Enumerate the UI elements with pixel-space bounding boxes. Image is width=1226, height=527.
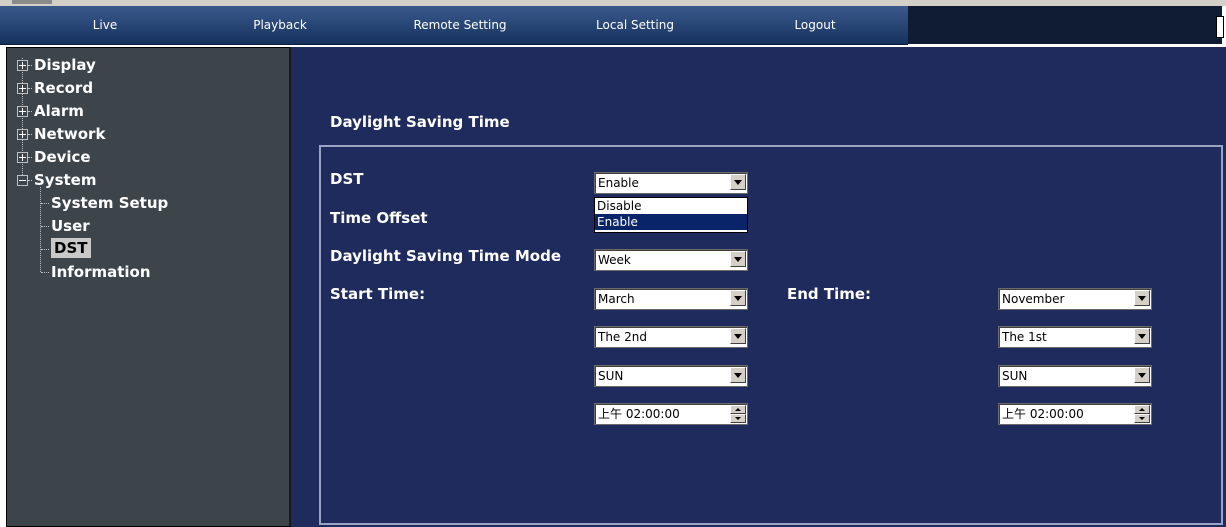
tree-connector [41, 203, 49, 204]
mode-select-value: Week [598, 253, 631, 267]
nav-local-setting[interactable]: Local Setting [580, 6, 690, 44]
end-time-value: 上午 02:00:00 [1002, 407, 1084, 421]
collapse-minus-icon[interactable] [17, 175, 28, 186]
start-day-value: SUN [598, 369, 624, 383]
tree-item-user[interactable]: User [51, 216, 90, 236]
end-day-value: SUN [1002, 369, 1028, 383]
tree-connector [28, 134, 32, 135]
tree-item-device[interactable]: Device [34, 147, 91, 167]
chevron-down-icon[interactable] [1134, 328, 1150, 344]
tree-connector [28, 180, 32, 181]
mode-label: Daylight Saving Time Mode [330, 247, 562, 265]
settings-tree: Display Record Alarm Network Device Syst… [6, 47, 292, 527]
chevron-down-icon[interactable] [730, 328, 746, 344]
nav-right-fill [908, 6, 1224, 44]
tree-item-system[interactable]: System [34, 170, 96, 190]
spin-down-icon[interactable] [1134, 414, 1150, 423]
dst-dropdown-list: Disable Enable [594, 197, 748, 233]
spin-down-icon[interactable] [730, 414, 746, 423]
start-time-label: Start Time: [330, 285, 426, 303]
tree-connector [28, 111, 32, 112]
chevron-down-icon[interactable] [1134, 367, 1150, 383]
start-month-select[interactable]: March [594, 288, 748, 310]
tree-item-alarm[interactable]: Alarm [34, 101, 84, 121]
end-month-select[interactable]: November [998, 288, 1152, 310]
top-nav-bar: Live Playback Remote Setting Local Setti… [0, 6, 908, 45]
tree-item-system-setup[interactable]: System Setup [51, 193, 168, 213]
end-day-select[interactable]: SUN [998, 365, 1152, 387]
nav-remote-setting[interactable]: Remote Setting [400, 6, 520, 44]
start-month-value: March [598, 292, 635, 306]
tree-item-record[interactable]: Record [34, 78, 93, 98]
start-time-value: 上午 02:00:00 [598, 407, 680, 421]
chevron-down-icon[interactable] [730, 367, 746, 383]
nav-logout[interactable]: Logout [775, 6, 855, 44]
tree-connector [41, 272, 49, 273]
nav-live[interactable]: Live [60, 6, 150, 44]
spin-up-icon[interactable] [1134, 405, 1150, 414]
expand-plus-icon[interactable] [17, 106, 28, 117]
expand-plus-icon[interactable] [17, 83, 28, 94]
tree-item-dst[interactable]: DST [51, 238, 91, 258]
tree-item-information[interactable]: Information [51, 262, 151, 282]
tree-item-network[interactable]: Network [34, 124, 105, 144]
tree-item-display[interactable]: Display [34, 55, 96, 75]
chevron-down-icon[interactable] [730, 290, 746, 306]
end-time-spinner[interactable]: 上午 02:00:00 [998, 403, 1152, 425]
chevron-down-icon[interactable] [730, 251, 746, 267]
end-week-select[interactable]: The 1st [998, 326, 1152, 348]
window-grip [12, 0, 52, 4]
tree-connector [28, 157, 32, 158]
start-time-spinner[interactable]: 上午 02:00:00 [594, 403, 748, 425]
expand-plus-icon[interactable] [17, 152, 28, 163]
end-time-label: End Time: [787, 285, 872, 303]
nav-playback[interactable]: Playback [235, 6, 325, 44]
tree-connector [28, 88, 32, 89]
start-week-value: The 2nd [598, 330, 647, 344]
section-title: Daylight Saving Time [330, 113, 510, 131]
time-offset-label: Time Offset [330, 209, 428, 227]
window-edge-control [1216, 16, 1224, 38]
expand-plus-icon[interactable] [17, 129, 28, 140]
tree-connector [28, 65, 32, 66]
tree-connector [41, 249, 49, 250]
end-week-value: The 1st [1002, 330, 1047, 344]
spin-up-icon[interactable] [730, 405, 746, 414]
dst-select-value: Enable [598, 176, 639, 190]
tree-connector [41, 226, 49, 227]
end-month-value: November [1002, 292, 1065, 306]
dst-label: DST [330, 170, 364, 188]
dst-option-disable[interactable]: Disable [595, 198, 747, 214]
dst-option-enable[interactable]: Enable [595, 214, 747, 230]
dst-select[interactable]: Enable [594, 172, 748, 194]
chevron-down-icon[interactable] [730, 174, 746, 190]
start-week-select[interactable]: The 2nd [594, 326, 748, 348]
mode-select[interactable]: Week [594, 249, 748, 271]
expand-plus-icon[interactable] [17, 60, 28, 71]
start-day-select[interactable]: SUN [594, 365, 748, 387]
chevron-down-icon[interactable] [1134, 290, 1150, 306]
tree-connector [40, 187, 41, 272]
